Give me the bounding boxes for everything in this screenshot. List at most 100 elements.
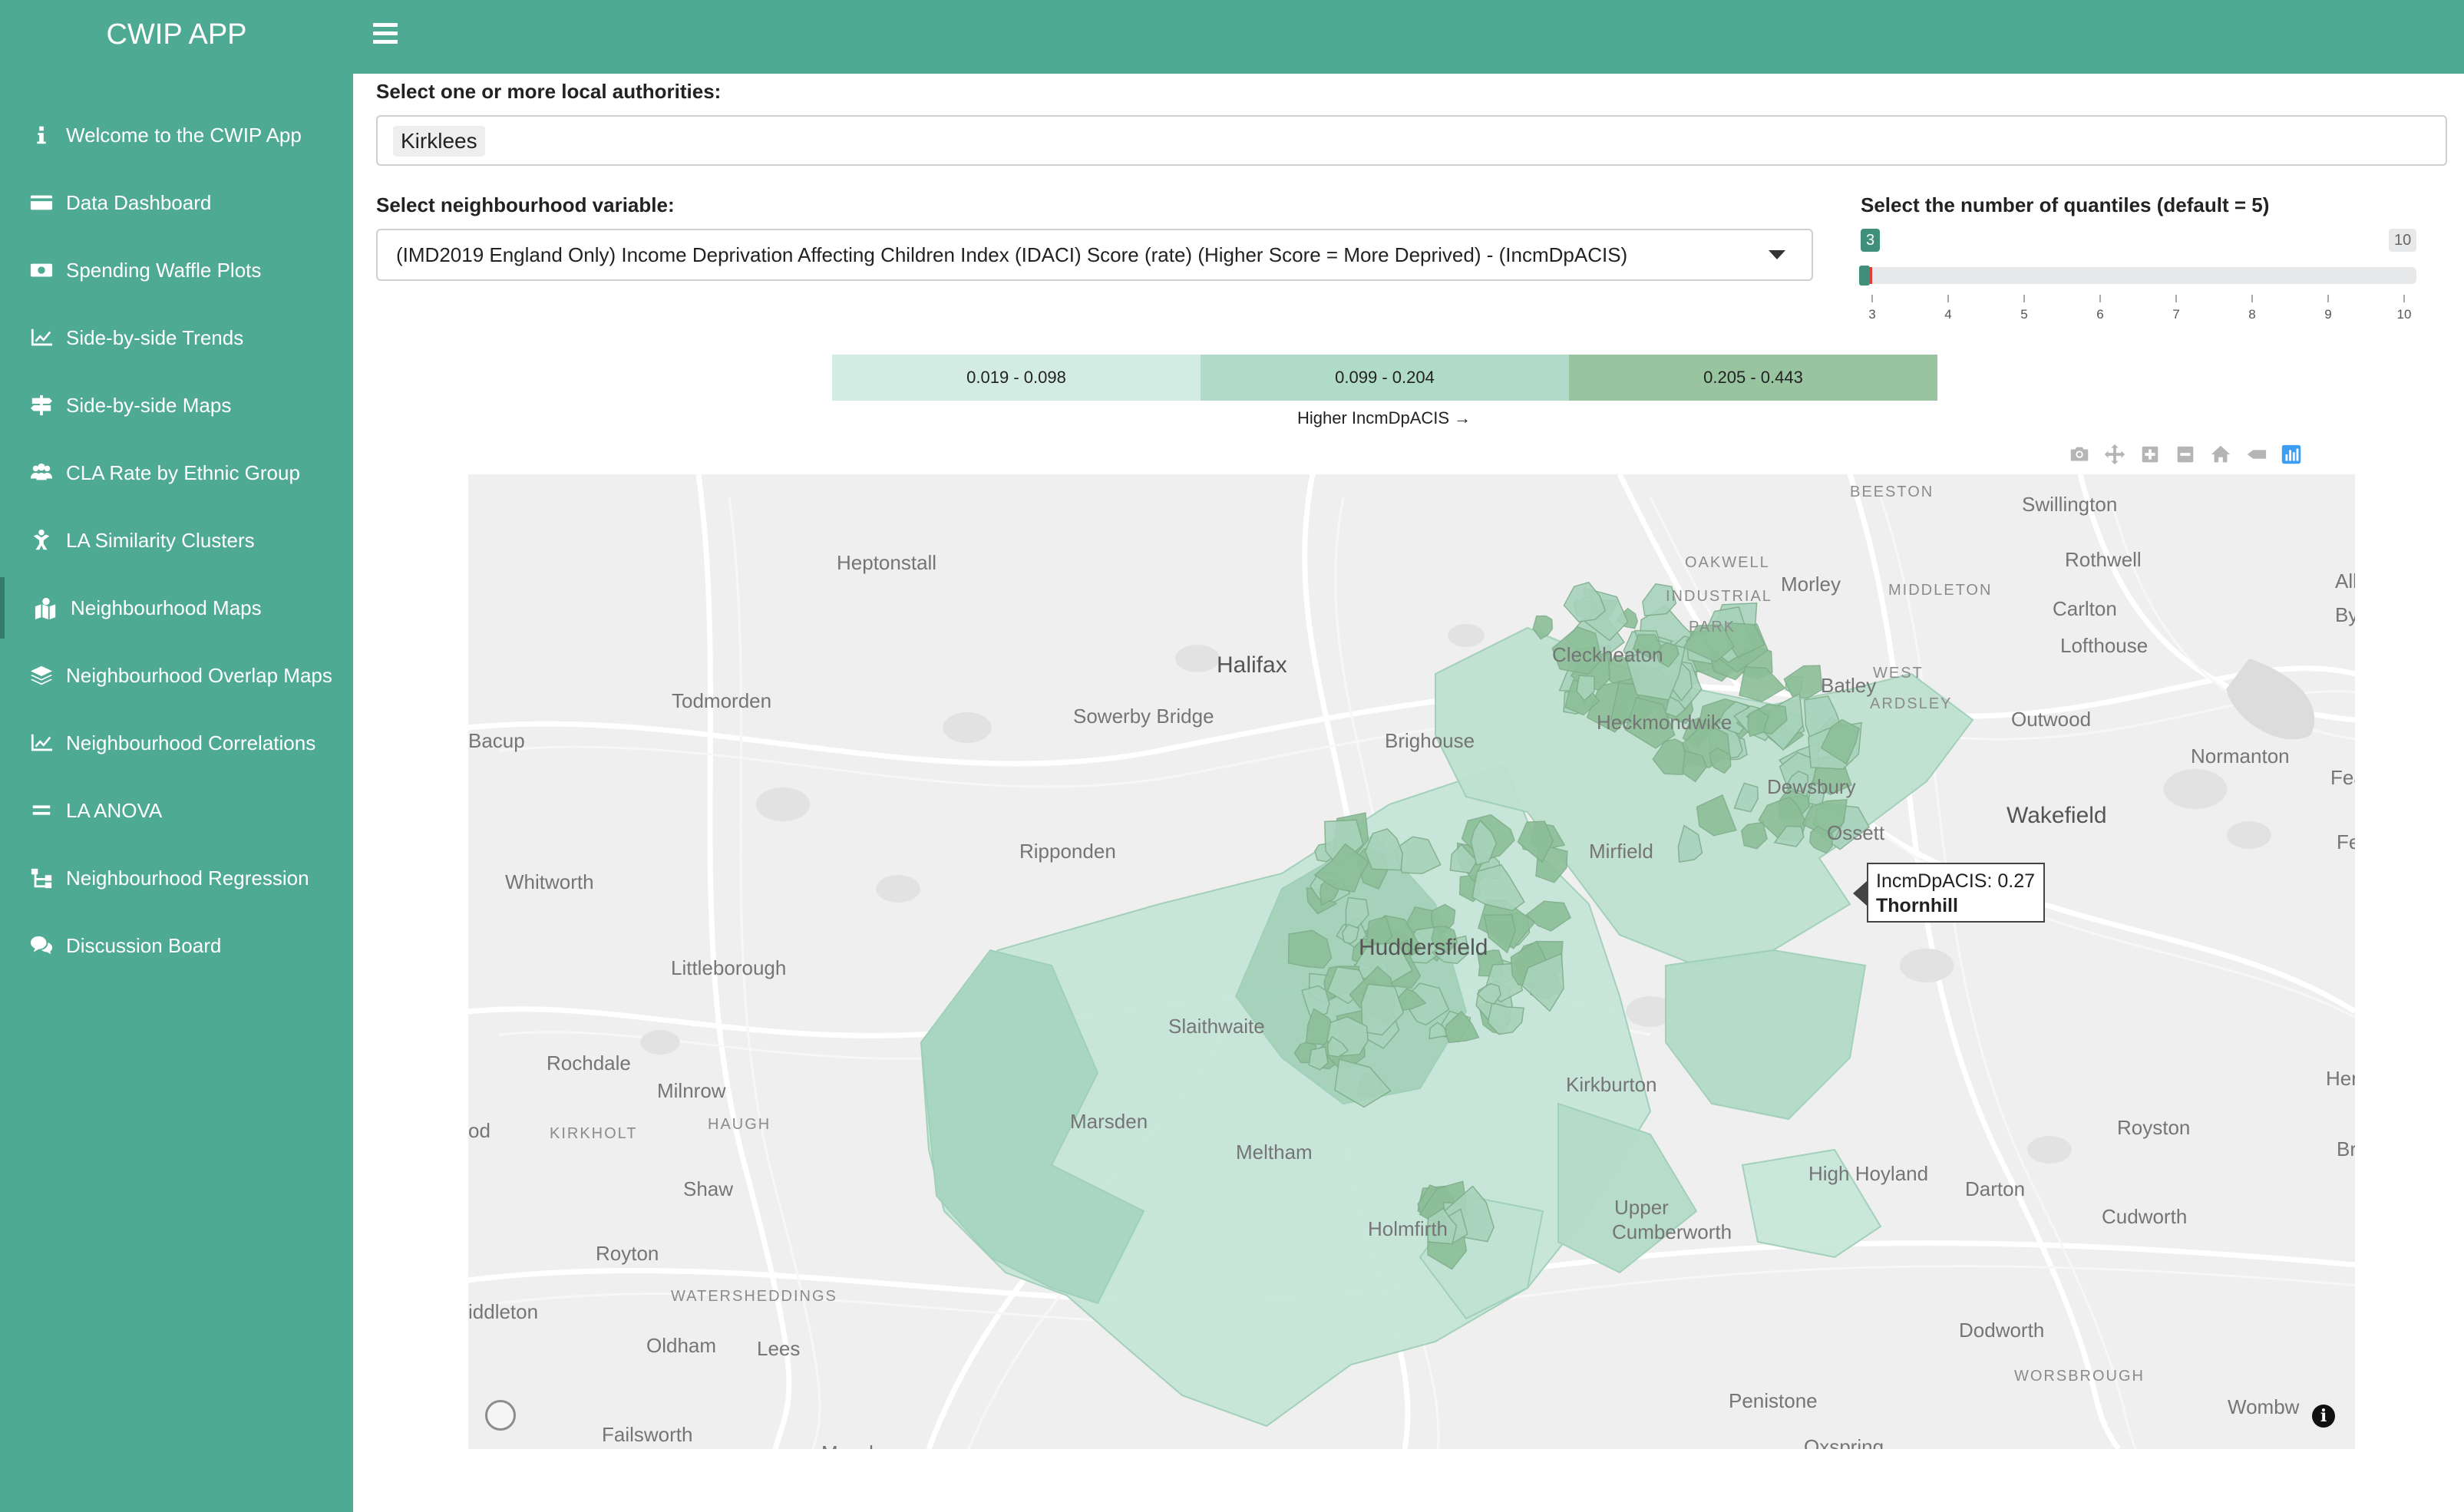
map-place-label: Penistone [1729, 1389, 1818, 1412]
map-place-label: Dewsbury [1767, 775, 1856, 798]
map-place-label: HAUGH [708, 1116, 771, 1133]
legend-bin: 0.205 - 0.443 [1569, 355, 1937, 401]
sidebar-item-label: Spending Waffle Plots [66, 258, 262, 282]
map-place-label: Darton [1965, 1177, 2026, 1200]
map-place-label: Slaithwaite [1168, 1015, 1265, 1038]
sidebar-item-spending-waffle-plots[interactable]: Spending Waffle Plots [0, 239, 353, 301]
map-place-label: Swillington [2022, 493, 2118, 516]
map-hover-tooltip: IncmDpACIS: 0.27 Thornhill [1867, 863, 2045, 923]
camera-icon[interactable] [2062, 441, 2097, 468]
sidebar-item-label: CLA Rate by Ethnic Group [66, 461, 300, 484]
slider-tick-mark [2175, 295, 2177, 302]
map-place-label: Cumberworth [1612, 1220, 1732, 1243]
map-place-label: Shaw [683, 1177, 734, 1200]
slider-tick-label: 10 [2396, 307, 2412, 322]
sidebar-item-la-anova[interactable]: LA ANOVA [0, 780, 353, 841]
map-place-label: Alle [2335, 569, 2355, 593]
map-place-label: Holmfirth [1368, 1217, 1448, 1240]
sidebar-item-welcome-to-the-cwip-app[interactable]: Welcome to the CWIP App [0, 104, 353, 166]
map-place-label: Batley [1821, 674, 1877, 697]
line-chart-icon [26, 325, 57, 350]
sidebar-item-neighbourhood-overlap-maps[interactable]: Neighbourhood Overlap Maps [0, 645, 353, 706]
map-place-label: Todmorden [672, 689, 772, 712]
sidebar-item-label: Discussion Board [66, 933, 222, 957]
map-place-label: Featl [2337, 830, 2355, 853]
sidebar-item-label: LA ANOVA [66, 798, 163, 822]
chevron-down-icon [1769, 250, 1785, 259]
sidebar-item-label: Data Dashboard [66, 190, 212, 214]
map-place-label: Heckmondwike [1597, 711, 1732, 734]
map-place-label: Royton [596, 1242, 659, 1265]
sidebar-item-label: Neighbourhood Maps [71, 596, 262, 619]
map-place-label: Oxspring [1804, 1435, 1884, 1449]
sidebar-item-neighbourhood-correlations[interactable]: Neighbourhood Correlations [0, 712, 353, 774]
map-place-label: Ripponden [1019, 840, 1116, 863]
map-attribution-icon[interactable]: i [2312, 1405, 2335, 1428]
map-place-label: High Hoyland [1808, 1162, 1929, 1185]
tooltip-area: Thornhill [1876, 895, 1958, 916]
quantiles-value-badge: 3 [1861, 229, 1881, 252]
pan-icon[interactable] [2097, 441, 2132, 468]
map-place-label: WORSBROUGH [2014, 1368, 2145, 1385]
map-place-label: Wombw [2228, 1395, 2300, 1418]
map-place-label: Kirkburton [1566, 1073, 1657, 1096]
map-place-label: Brierley [2337, 1137, 2355, 1160]
map-place-label: WATERSHEDDINGS [671, 1288, 837, 1305]
zoom-out-icon[interactable] [2168, 441, 2203, 468]
slider-tick-mark [2251, 295, 2253, 302]
map-place-label: Rothwell [2065, 548, 2142, 571]
sidebar-item-side-by-side-maps[interactable]: Side-by-side Maps [0, 375, 353, 436]
slider-tick-label: 7 [2172, 307, 2180, 322]
quantiles-slider-track[interactable] [1861, 267, 2416, 284]
line-chart-icon [26, 731, 57, 755]
sidebar-item-neighbourhood-maps[interactable]: Neighbourhood Maps [0, 577, 353, 639]
slider-tick-label: 8 [2248, 307, 2256, 322]
home-icon[interactable] [2203, 441, 2238, 468]
la-chip-kirklees[interactable]: Kirklees [393, 126, 485, 157]
map-place-label: MIDDLETON [1888, 582, 1993, 599]
map-place-label: Littleborough [671, 956, 787, 979]
mapbox-logo-icon[interactable] [485, 1400, 516, 1431]
la-select-input[interactable]: Kirklees [376, 115, 2447, 166]
sidebar-item-label: Welcome to the CWIP App [66, 123, 302, 147]
sidebar-item-label: Side-by-side Maps [66, 393, 232, 417]
neighbourhood-map[interactable]: i BEESTON Swillington Heptonstall Rothwell M… [468, 474, 2355, 1449]
quantiles-label: Select the number of quantiles (default … [1861, 193, 2270, 216]
slider-tick-mark [1871, 295, 1873, 302]
sidebar: Welcome to the CWIP App Data Dashboard Spe… [0, 74, 353, 1512]
top-header: CWIP APP [0, 0, 2464, 74]
sidebar-toggle-icon[interactable] [373, 23, 398, 45]
sidebar-item-data-dashboard[interactable]: Data Dashboard [0, 172, 353, 233]
money-icon [26, 258, 57, 282]
slider-tick-mark [2403, 295, 2405, 302]
zoom-in-icon[interactable] [2132, 441, 2168, 468]
map-place-label: Outwood [2011, 708, 2092, 731]
sidebar-item-label: Side-by-side Trends [66, 325, 244, 349]
map-place-label: Meltham [1236, 1141, 1313, 1164]
map-place-label: Brighouse [1385, 729, 1475, 752]
plotly-logo-icon[interactable] [2274, 441, 2309, 468]
comments-icon [26, 933, 57, 958]
map-place-label: Mossley [821, 1441, 894, 1449]
map-place-label: Cudworth [2102, 1205, 2188, 1228]
map-place-label: PARK [1689, 619, 1736, 636]
quantiles-slider-handle[interactable] [1859, 266, 1870, 286]
sidebar-item-discussion-board[interactable]: Discussion Board [0, 915, 353, 976]
map-place-label: Morley [1781, 573, 1841, 596]
map-place-label: WEST [1873, 665, 1924, 682]
map-place-label: Huddersfield [1359, 935, 1488, 960]
sidebar-item-cla-rate-by-ethnic-group[interactable]: CLA Rate by Ethnic Group [0, 442, 353, 503]
sidebar-item-label: Neighbourhood Overlap Maps [66, 663, 332, 687]
map-place-label: Wakefield [2007, 803, 2107, 828]
map-place-label: INDUSTRIAL [1666, 588, 1772, 605]
map-place-label: Feat [2330, 766, 2355, 789]
map-place-label: Normanton [2191, 744, 2290, 768]
variable-dropdown[interactable]: (IMD2019 England Only) Income Deprivatio… [376, 229, 1813, 281]
sidebar-item-neighbourhood-regression[interactable]: Neighbourhood Regression [0, 847, 353, 909]
sidebar-item-side-by-side-trends[interactable]: Side-by-side Trends [0, 307, 353, 368]
sidebar-item-la-similarity-clusters[interactable]: LA Similarity Clusters [0, 510, 353, 571]
map-place-label: ARDSLEY [1870, 695, 1953, 712]
map-place-label: Carlton [2053, 597, 2117, 620]
hover-closest-icon[interactable] [2238, 441, 2274, 468]
map-place-label: Her [2326, 1067, 2355, 1090]
